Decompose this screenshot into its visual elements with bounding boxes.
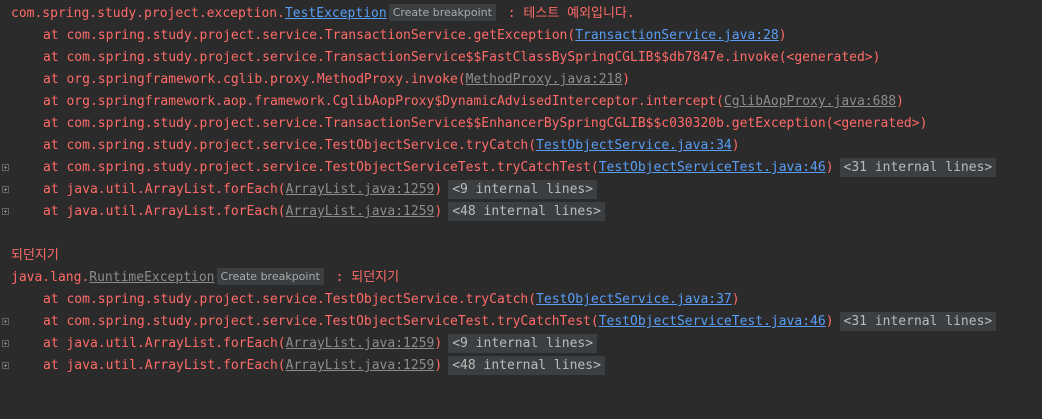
stdout-line: 되던지기 xyxy=(0,245,1042,267)
frame-suffix: ) xyxy=(434,358,443,373)
stack-frame: at com.spring.study.project.service.Tran… xyxy=(0,113,1042,135)
frame-text: at java.util.ArrayList.forEach( xyxy=(43,182,286,197)
stack-frame: at com.spring.study.project.service.Test… xyxy=(0,157,1042,179)
exception-package: com.spring.study.project.exception. xyxy=(11,6,285,21)
stack-frame: at com.spring.study.project.service.Tran… xyxy=(0,47,1042,69)
internal-lines-toggle[interactable]: <48 internal lines> xyxy=(448,202,605,221)
frame-suffix: ) xyxy=(825,314,834,329)
exception-class-link[interactable]: TestException xyxy=(285,6,387,21)
create-breakpoint-button[interactable]: Create breakpoint xyxy=(216,268,324,285)
console-output: com.spring.study.project.exception.TestE… xyxy=(0,0,1042,419)
fold-gutter xyxy=(0,157,12,179)
internal-lines-toggle[interactable]: <31 internal lines> xyxy=(839,312,997,331)
plus-square-icon[interactable] xyxy=(2,362,9,369)
internal-lines-toggle[interactable]: <9 internal lines> xyxy=(448,334,598,353)
internal-lines-toggle[interactable]: <48 internal lines> xyxy=(448,356,605,375)
frame-suffix: ) xyxy=(622,72,631,87)
stack-frame: at java.util.ArrayList.forEach(ArrayList… xyxy=(0,333,1042,355)
internal-lines-toggle[interactable]: <9 internal lines> xyxy=(448,180,598,199)
stack-frame: at com.spring.study.project.service.Test… xyxy=(0,289,1042,311)
library-source-link[interactable]: ArrayList.java:1259 xyxy=(286,182,435,197)
stack-frame: at org.springframework.cglib.proxy.Metho… xyxy=(0,69,1042,91)
stack-frame: at org.springframework.aop.framework.Cgl… xyxy=(0,91,1042,113)
plus-square-icon[interactable] xyxy=(2,208,9,215)
empty-line xyxy=(0,223,1042,245)
frame-suffix: ) xyxy=(434,182,443,197)
stack-frame: at com.spring.study.project.service.Test… xyxy=(0,135,1042,157)
fold-gutter xyxy=(0,179,12,201)
library-source-link[interactable]: MethodProxy.java:218 xyxy=(466,72,623,87)
frame-suffix: ) xyxy=(825,160,834,175)
frame-text: at java.util.ArrayList.forEach( xyxy=(43,336,286,351)
frame-suffix: ) xyxy=(434,204,443,219)
exception-message: : 되던지기 xyxy=(327,270,400,285)
stdout-text: 되던지기 xyxy=(11,248,59,263)
frame-text: at org.springframework.aop.framework.Cgl… xyxy=(43,94,724,109)
frame-text: at com.spring.study.project.service.Test… xyxy=(43,314,599,329)
exception-class-link[interactable]: RuntimeException xyxy=(89,270,214,285)
frame-suffix: ) xyxy=(731,292,740,307)
frame-suffix: ) xyxy=(896,94,904,109)
source-link[interactable]: TestObjectServiceTest.java:46 xyxy=(599,314,826,329)
fold-gutter xyxy=(0,333,12,355)
stack-frame: at java.util.ArrayList.forEach(ArrayList… xyxy=(0,201,1042,223)
source-link[interactable]: TransactionService.java:28 xyxy=(575,28,779,43)
library-source-link[interactable]: ArrayList.java:1259 xyxy=(286,204,435,219)
exception-line: java.lang.RuntimeException Create breakpo… xyxy=(0,267,1042,289)
frame-suffix: ) xyxy=(434,336,443,351)
plus-square-icon[interactable] xyxy=(2,318,9,325)
fold-gutter xyxy=(0,201,12,223)
exception-package: java.lang. xyxy=(11,270,90,285)
plus-square-icon[interactable] xyxy=(2,164,9,171)
source-link[interactable]: TestObjectService.java:37 xyxy=(536,292,732,307)
frame-text: at java.util.ArrayList.forEach( xyxy=(43,204,286,219)
library-source-link[interactable]: ArrayList.java:1259 xyxy=(286,358,435,373)
exception-content: java.lang.RuntimeException Create breakpo… xyxy=(11,267,399,289)
plus-square-icon[interactable] xyxy=(2,186,9,193)
frame-text: at com.spring.study.project.service.Test… xyxy=(43,292,537,307)
exception-message: : 테스트 예외입니다. xyxy=(499,6,635,21)
internal-lines-toggle[interactable]: <31 internal lines> xyxy=(839,158,997,177)
source-link[interactable]: TestObjectService.java:34 xyxy=(536,138,732,153)
frame-text: at com.spring.study.project.service.Tran… xyxy=(43,50,881,65)
stack-frame: at com.spring.study.project.service.Test… xyxy=(0,311,1042,333)
frame-text: at java.util.ArrayList.forEach( xyxy=(43,358,286,373)
fold-gutter xyxy=(0,355,12,377)
library-source-link[interactable]: CglibAopProxy.java:688 xyxy=(724,94,896,109)
frame-suffix: ) xyxy=(778,28,787,43)
library-source-link[interactable]: ArrayList.java:1259 xyxy=(286,336,435,351)
exception-line: com.spring.study.project.exception.TestE… xyxy=(0,3,1042,25)
stack-frame: at com.spring.study.project.service.Tran… xyxy=(0,25,1042,47)
frame-text: at com.spring.study.project.service.Test… xyxy=(43,138,537,153)
stack-frame: at java.util.ArrayList.forEach(ArrayList… xyxy=(0,355,1042,377)
create-breakpoint-button[interactable]: Create breakpoint xyxy=(388,4,496,21)
frame-text: at com.spring.study.project.service.Test… xyxy=(43,160,599,175)
frame-suffix: ) xyxy=(731,138,740,153)
stack-frame: at java.util.ArrayList.forEach(ArrayList… xyxy=(0,179,1042,201)
exception-content: com.spring.study.project.exception.TestE… xyxy=(11,3,635,25)
fold-gutter xyxy=(0,311,12,333)
source-link[interactable]: TestObjectServiceTest.java:46 xyxy=(599,160,826,175)
frame-text: at com.spring.study.project.service.Tran… xyxy=(43,116,928,131)
frame-text: at org.springframework.cglib.proxy.Metho… xyxy=(43,72,466,87)
plus-square-icon[interactable] xyxy=(2,340,9,347)
frame-text: at com.spring.study.project.service.Tran… xyxy=(43,28,576,43)
